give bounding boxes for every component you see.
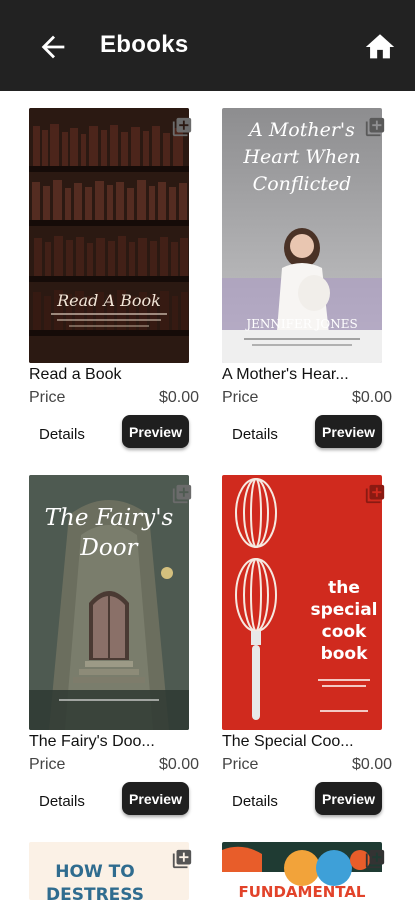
- price-label: Price: [29, 756, 66, 773]
- price-value: $0.00: [351, 389, 392, 406]
- cover-title-text: Read A Book: [56, 291, 161, 310]
- app-bar: Ebooks: [0, 0, 415, 91]
- book-card[interactable]: the special cook book The Special Coo...…: [222, 475, 392, 820]
- cover-title-text: Heart When: [242, 146, 360, 168]
- book-cover[interactable]: Read A Book: [29, 108, 189, 363]
- cover-title-text: The Fairy's: [45, 505, 174, 531]
- cover-title-text: HOW TO: [55, 862, 134, 882]
- book-cover[interactable]: FUNDAMENTAL: [222, 842, 382, 900]
- arrow-left-icon[interactable]: [36, 30, 70, 64]
- book-card[interactable]: A Mother's Heart When Conflicted JENNIFE…: [222, 108, 392, 453]
- book-title: Read a Book: [29, 366, 122, 383]
- book-card[interactable]: FUNDAMENTAL: [222, 842, 392, 900]
- add-to-list-icon[interactable]: [364, 848, 386, 870]
- book-cover[interactable]: the special cook book: [222, 475, 382, 730]
- page-title: Ebooks: [100, 31, 189, 58]
- cover-title-text: cook: [322, 622, 367, 642]
- cover-title-text: the: [328, 578, 360, 598]
- cover-title-text: A Mother's: [247, 119, 355, 141]
- details-button[interactable]: Details: [232, 426, 278, 443]
- preview-button[interactable]: Preview: [315, 782, 382, 815]
- preview-button[interactable]: Preview: [122, 782, 189, 815]
- add-to-list-icon[interactable]: [364, 483, 386, 505]
- book-card[interactable]: The Fairy's Door The Fairy's Doo... Pric…: [29, 475, 199, 820]
- preview-button[interactable]: Preview: [315, 415, 382, 448]
- book-card[interactable]: Read A Book Read a Book Price $0.00 Deta…: [29, 108, 199, 453]
- price-value: $0.00: [351, 756, 392, 773]
- book-title: A Mother's Hear...: [222, 366, 349, 383]
- home-icon[interactable]: [363, 30, 397, 64]
- price-label: Price: [222, 389, 259, 406]
- details-button[interactable]: Details: [39, 426, 85, 443]
- cover-title-text: Conflicted: [253, 173, 352, 195]
- book-card[interactable]: HOW TO DESTRESS: [29, 842, 199, 900]
- price-label: Price: [222, 756, 259, 773]
- cover-title-text: book: [321, 644, 369, 664]
- price-value: $0.00: [158, 756, 199, 773]
- price-label: Price: [29, 389, 66, 406]
- add-to-list-icon[interactable]: [171, 848, 193, 870]
- book-title: The Special Coo...: [222, 733, 354, 750]
- book-cover[interactable]: HOW TO DESTRESS: [29, 842, 189, 900]
- preview-button[interactable]: Preview: [122, 415, 189, 448]
- add-to-list-icon[interactable]: [171, 116, 193, 138]
- details-button[interactable]: Details: [39, 793, 85, 810]
- cover-title-text: FUNDAMENTAL: [238, 883, 365, 900]
- details-button[interactable]: Details: [232, 793, 278, 810]
- cover-title-text: DESTRESS: [46, 885, 144, 900]
- cover-title-text: Door: [79, 535, 139, 561]
- book-cover[interactable]: A Mother's Heart When Conflicted JENNIFE…: [222, 108, 382, 363]
- book-cover[interactable]: The Fairy's Door: [29, 475, 189, 730]
- cover-title-text: special: [310, 600, 377, 620]
- add-to-list-icon[interactable]: [364, 116, 386, 138]
- book-title: The Fairy's Doo...: [29, 733, 155, 750]
- cover-author-text: JENNIFER JONES: [244, 317, 357, 331]
- add-to-list-icon[interactable]: [171, 483, 193, 505]
- price-value: $0.00: [158, 389, 199, 406]
